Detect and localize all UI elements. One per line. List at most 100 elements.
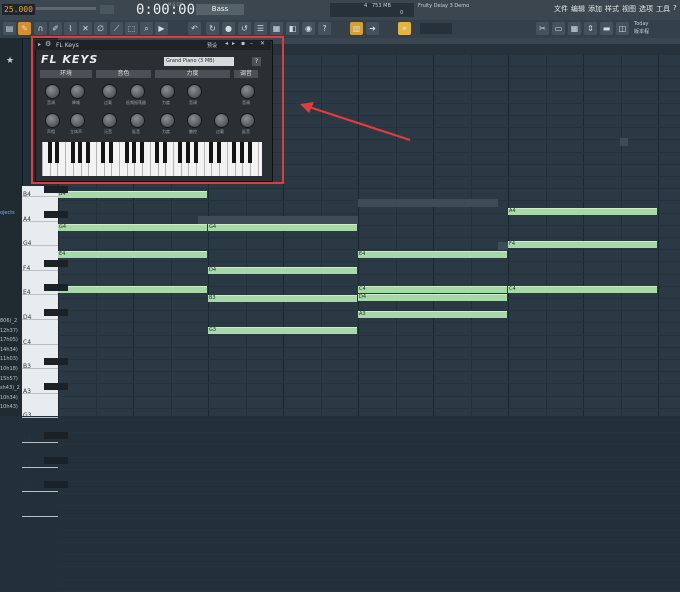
project-item[interactable]: 10h34) [0,395,18,401]
refresh-icon[interactable]: ↻ [206,22,219,35]
white-key[interactable] [22,368,58,370]
note-block[interactable]: G4 [58,224,207,231]
note-block[interactable]: C4 [358,286,507,293]
white-key[interactable] [22,269,58,271]
master-volume-slider[interactable] [36,7,96,10]
pattern-selector[interactable]: Bass [196,4,244,15]
arrow-icon[interactable]: ➜ [366,22,379,35]
folder-icon[interactable]: ▬ [600,22,613,35]
star-icon[interactable]: ★ [6,56,14,66]
note-block[interactable]: D4 [208,267,357,274]
project-item[interactable]: 17h05) [0,337,18,343]
news-icon[interactable]: ◫ [616,22,629,35]
project-item[interactable]: sh43)_2 [0,385,20,391]
white-key[interactable] [22,466,58,468]
piano-roll-icon[interactable]: ▤ [3,22,16,35]
grid-vline [470,54,472,416]
white-key[interactable] [22,442,58,443]
grid-icon[interactable]: ▦ [568,22,581,35]
keyboard-icon[interactable]: ▥ [350,22,363,35]
pattern-mode-button[interactable] [100,5,114,14]
project-item[interactable]: 15h57) [0,376,18,382]
white-key[interactable] [22,319,58,320]
black-key[interactable] [44,481,68,489]
white-key[interactable] [22,392,58,394]
menu-edit[interactable]: 编辑 [571,4,585,14]
mute-icon[interactable]: ∅ [94,22,107,35]
note-block[interactable]: A3 [358,311,507,318]
browser-icon[interactable]: ◧ [286,22,299,35]
undo-icon[interactable]: ↶ [188,22,201,35]
brush-icon[interactable]: ⌇ [64,22,77,35]
black-key[interactable] [44,432,68,439]
note-block[interactable]: F4 [508,241,657,248]
project-item[interactable]: 11h03) [0,356,18,362]
slice-icon[interactable]: ⟋ [110,22,123,35]
white-key[interactable] [22,491,58,493]
pencil-icon[interactable]: ✐ [49,22,62,35]
zoom-icon[interactable]: ⌕ [140,22,153,35]
grid-hline [58,517,680,519]
note-block[interactable]: A4 [508,208,657,215]
note-block[interactable]: C4 [58,286,207,293]
grid-hline [58,420,680,421]
white-key[interactable] [22,343,58,345]
today-label: Today [634,21,649,27]
menu-file[interactable]: 文件 [554,4,568,14]
plugin-icon[interactable]: ◉ [302,22,315,35]
link-icon[interactable]: ⚭ [398,22,411,35]
project-item[interactable]: 12h37) [0,328,18,334]
white-key[interactable] [22,220,58,222]
note-block[interactable]: E4 [358,251,507,258]
paste-icon[interactable]: ▭ [552,22,565,35]
note-block[interactable]: G4 [208,224,357,231]
menu-options[interactable]: 选项 [639,4,653,14]
note-block[interactable]: D4 [358,294,507,301]
help-icon[interactable]: ? [318,22,331,35]
projects-label[interactable]: rojects [0,210,15,216]
black-key[interactable] [44,210,68,218]
undo-history-icon[interactable]: ↺ [238,22,251,35]
white-key[interactable] [22,245,58,247]
menu-view[interactable]: 视图 [622,4,636,14]
project-item[interactable]: 10h18) [0,366,18,372]
black-key[interactable] [44,456,68,464]
menu-help[interactable]: ? [673,4,677,14]
black-key[interactable] [44,358,68,366]
record-icon[interactable]: ● [222,22,235,35]
black-key[interactable] [44,382,68,390]
grid-hline [58,554,680,556]
project-item[interactable]: 10h43) [0,404,18,410]
white-key[interactable] [22,294,58,296]
note-block[interactable]: B3 [208,295,357,302]
note-block[interactable]: B4 [58,191,207,198]
arrows-icon[interactable]: ⇕ [584,22,597,35]
black-key[interactable] [44,259,68,267]
black-key[interactable] [44,186,68,193]
magnet-icon[interactable]: ∩ [34,22,47,35]
mixer-icon[interactable]: ☰ [254,22,267,35]
white-key[interactable] [22,515,58,517]
select-icon[interactable]: ⬚ [125,22,138,35]
playback-icon[interactable]: ▶ [155,22,168,35]
project-item[interactable]: 806)_2 [0,318,17,324]
white-key[interactable] [22,417,58,419]
tempo-display[interactable]: 25.000 [2,4,35,15]
time-unit: M:S:CS [168,2,183,7]
snap-selector[interactable] [420,23,452,34]
channel-rack-icon[interactable]: ▦ [270,22,283,35]
delete-icon[interactable]: ✕ [79,22,92,35]
note-block[interactable]: C4 [508,286,657,293]
menu-patterns[interactable]: 样式 [605,4,619,14]
white-key[interactable] [22,196,58,197]
note-block[interactable]: G3 [208,327,357,334]
menu-add[interactable]: 添加 [588,4,602,14]
menu-tools[interactable]: 工具 [656,4,670,14]
stamp-icon[interactable]: ✎ [18,22,31,35]
black-key[interactable] [44,284,68,292]
cut-icon[interactable]: ✂ [536,22,549,35]
black-key[interactable] [44,309,68,316]
piano-keyboard[interactable]: B4 A4 G4 F4 E4 D4 C4 B3 A3 G3 F3 E3 D3 C3 [22,186,68,518]
note-block[interactable]: E4 [58,251,207,258]
project-item[interactable]: 14h34) [0,347,18,353]
